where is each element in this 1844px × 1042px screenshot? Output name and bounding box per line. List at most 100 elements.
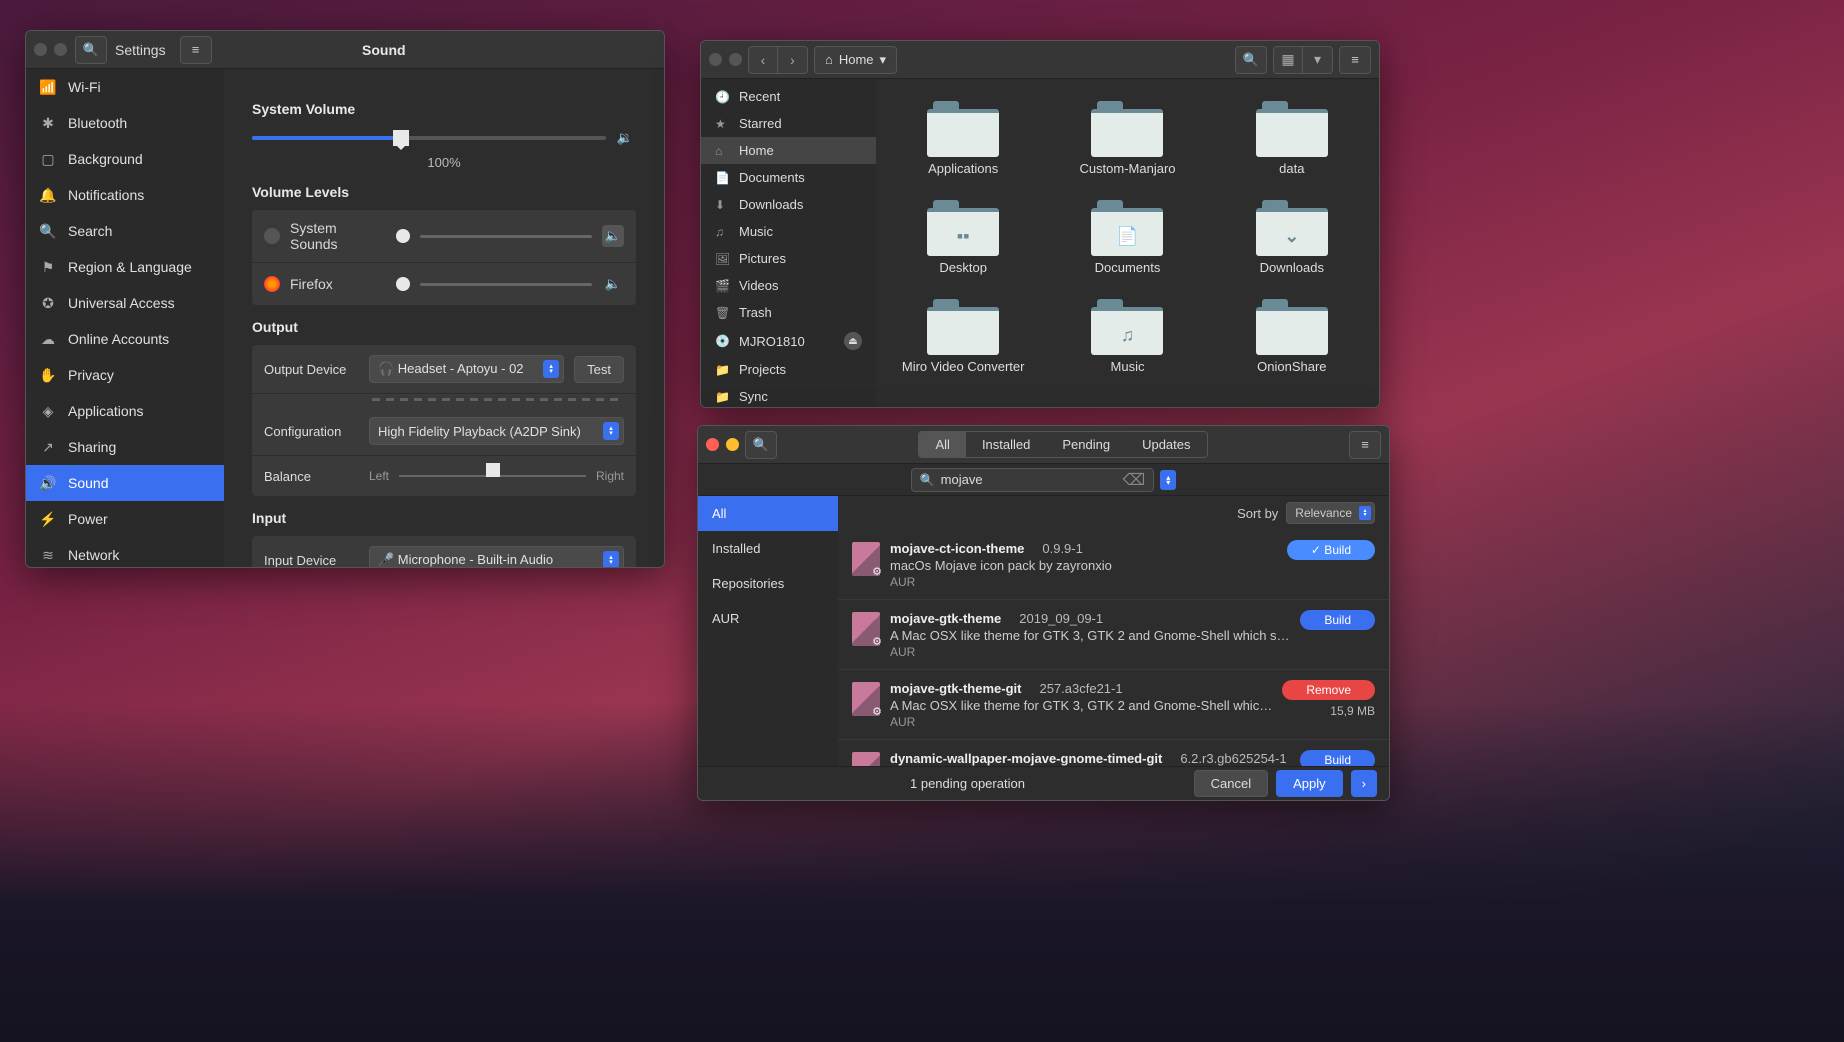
menu-button[interactable]: ≡: [180, 36, 212, 64]
files-sidebar-sync[interactable]: 📁Sync: [701, 383, 876, 407]
settings-window: 🔍 Settings ≡ Sound 📶Wi-Fi✱Bluetooth▢Back…: [25, 30, 665, 568]
sidebar-item-network[interactable]: ≋Network: [26, 537, 224, 567]
files-sidebar-home[interactable]: ⌂Home: [701, 137, 876, 164]
sidebar-item-privacy[interactable]: ✋Privacy: [26, 357, 224, 393]
sidebar-item-sharing[interactable]: ↗Sharing: [26, 429, 224, 465]
sidebar-item-power[interactable]: ⚡Power: [26, 501, 224, 537]
minimize-light[interactable]: [729, 53, 742, 66]
eject-button[interactable]: ⏏: [844, 332, 862, 350]
folder-miro-video-converter[interactable]: Miro Video Converter: [886, 299, 1040, 374]
package-action-button[interactable]: Remove: [1282, 680, 1375, 700]
mute-button[interactable]: 🔈: [602, 225, 624, 247]
files-sidebar-mjro1810[interactable]: 💿MJRO1810⏏: [701, 326, 876, 356]
app-volume-slider[interactable]: [420, 283, 592, 286]
package-row[interactable]: mojave-gtk-theme-git257.a3cfe21-1A Mac O…: [838, 670, 1389, 740]
files-sidebar-projects[interactable]: 📁Projects: [701, 356, 876, 383]
files-sidebar-music[interactable]: ♫Music: [701, 218, 876, 245]
pamac-filter-repositories[interactable]: Repositories: [698, 566, 838, 601]
output-device-dropdown[interactable]: 🎧 Headset - Aptoyu - 02 ▴▾: [369, 355, 564, 383]
folder-applications[interactable]: Applications: [886, 101, 1040, 176]
sidebar-item-notifications[interactable]: 🔔Notifications: [26, 177, 224, 213]
folder-custom-manjaro[interactable]: Custom-Manjaro: [1050, 101, 1204, 176]
volume-thumb[interactable]: [396, 229, 410, 243]
close-light[interactable]: [709, 53, 722, 66]
volume-thumb[interactable]: [396, 277, 410, 291]
sidebar-icon: 💿: [715, 334, 729, 348]
search-field[interactable]: [941, 472, 1117, 487]
sidebar-icon: 🖼: [715, 252, 729, 266]
pamac-filter-aur[interactable]: AUR: [698, 601, 838, 636]
view-toggle-button[interactable]: ▦: [1273, 46, 1303, 74]
sort-dropdown[interactable]: Relevance ▴▾: [1286, 502, 1375, 524]
sidebar-icon: ✱: [40, 115, 56, 131]
configuration-dropdown[interactable]: High Fidelity Playback (A2DP Sink) ▴▾: [369, 417, 624, 445]
sidebar-item-online-accounts[interactable]: ☁Online Accounts: [26, 321, 224, 357]
apply-button[interactable]: Apply: [1276, 770, 1343, 797]
forward-button[interactable]: ›: [778, 46, 808, 74]
pamac-filter-installed[interactable]: Installed: [698, 531, 838, 566]
folder-documents[interactable]: 📄Documents: [1050, 200, 1204, 275]
files-sidebar-downloads[interactable]: ⬇Downloads: [701, 191, 876, 218]
pamac-filter-all[interactable]: All: [698, 496, 838, 531]
system-volume-slider[interactable]: [252, 136, 606, 140]
view-options-button[interactable]: ▾: [1303, 46, 1333, 74]
close-light[interactable]: [34, 43, 47, 56]
input-device-dropdown[interactable]: 🎤 Microphone - Built-in Audio ▴▾: [369, 546, 624, 567]
mute-button[interactable]: 🔈: [602, 273, 624, 295]
tab-installed[interactable]: Installed: [966, 432, 1046, 457]
tab-updates[interactable]: Updates: [1126, 432, 1206, 457]
minimize-light[interactable]: [54, 43, 67, 56]
back-button[interactable]: ‹: [748, 46, 778, 74]
test-button[interactable]: Test: [574, 356, 624, 383]
search-icon: 🔍: [83, 42, 99, 58]
sidebar-item-search[interactable]: 🔍Search: [26, 213, 224, 249]
files-sidebar-pictures[interactable]: 🖼Pictures: [701, 245, 876, 272]
minimize-light[interactable]: [726, 438, 739, 451]
search-button[interactable]: 🔍: [1235, 46, 1267, 74]
files-sidebar-starred[interactable]: ★Starred: [701, 110, 876, 137]
package-action-button[interactable]: Build: [1300, 750, 1375, 766]
search-options-dropdown[interactable]: ▴▾: [1160, 470, 1176, 490]
clear-icon[interactable]: ⌫: [1123, 470, 1146, 490]
window-controls: [706, 438, 739, 451]
dropdown-arrows-icon: ▴▾: [543, 360, 559, 378]
close-light[interactable]: [706, 438, 719, 451]
files-sidebar-recent[interactable]: 🕘Recent: [701, 83, 876, 110]
search-input[interactable]: 🔍 ⌫: [911, 468, 1155, 492]
files-sidebar-trash[interactable]: 🗑Trash: [701, 299, 876, 326]
files-grid: ApplicationsCustom-Manjarodata ▪▪Desktop📄…: [876, 79, 1379, 407]
tab-all[interactable]: All: [919, 432, 965, 457]
balance-slider[interactable]: [399, 466, 586, 486]
menu-button[interactable]: ≡: [1339, 46, 1371, 74]
folder-music[interactable]: ♫Music: [1050, 299, 1204, 374]
sidebar-item-sound[interactable]: 🔊Sound: [26, 465, 224, 501]
package-row[interactable]: mojave-gtk-theme2019_09_09-1A Mac OSX li…: [838, 600, 1389, 670]
sidebar-item-universal-access[interactable]: ✪Universal Access: [26, 285, 224, 321]
sidebar-item-region-language[interactable]: ⚑Region & Language: [26, 249, 224, 285]
menu-button[interactable]: ≡: [1349, 431, 1381, 459]
folder-desktop[interactable]: ▪▪Desktop: [886, 200, 1040, 275]
sidebar-icon: 📁: [715, 390, 729, 404]
files-sidebar-documents[interactable]: 📄Documents: [701, 164, 876, 191]
sidebar-item-bluetooth[interactable]: ✱Bluetooth: [26, 105, 224, 141]
package-row[interactable]: mojave-ct-icon-theme0.9.9-1macOs Mojave …: [838, 530, 1389, 600]
sidebar-item-background[interactable]: ▢Background: [26, 141, 224, 177]
package-row[interactable]: dynamic-wallpaper-mojave-gnome-timed-git…: [838, 740, 1389, 766]
folder-data[interactable]: data: [1215, 101, 1369, 176]
package-action-button[interactable]: Build: [1300, 610, 1375, 630]
search-button[interactable]: 🔍: [75, 36, 107, 64]
folder-downloads[interactable]: ⌄Downloads: [1215, 200, 1369, 275]
files-sidebar-videos[interactable]: 🎬Videos: [701, 272, 876, 299]
sidebar-item-wi-fi[interactable]: 📶Wi-Fi: [26, 69, 224, 105]
package-action-button[interactable]: ✓ Build: [1287, 540, 1375, 560]
folder-onionshare[interactable]: OnionShare: [1215, 299, 1369, 374]
app-volume-slider[interactable]: [420, 235, 592, 238]
window-controls: [709, 53, 742, 66]
sidebar-item-applications[interactable]: ◈Applications: [26, 393, 224, 429]
cancel-button[interactable]: Cancel: [1194, 770, 1268, 797]
search-button[interactable]: 🔍: [745, 431, 777, 459]
settings-sidebar: 📶Wi-Fi✱Bluetooth▢Background🔔Notification…: [26, 69, 224, 567]
tab-pending[interactable]: Pending: [1046, 432, 1126, 457]
path-button[interactable]: ⌂ Home ▾: [814, 46, 897, 74]
details-button[interactable]: ›: [1351, 770, 1377, 797]
